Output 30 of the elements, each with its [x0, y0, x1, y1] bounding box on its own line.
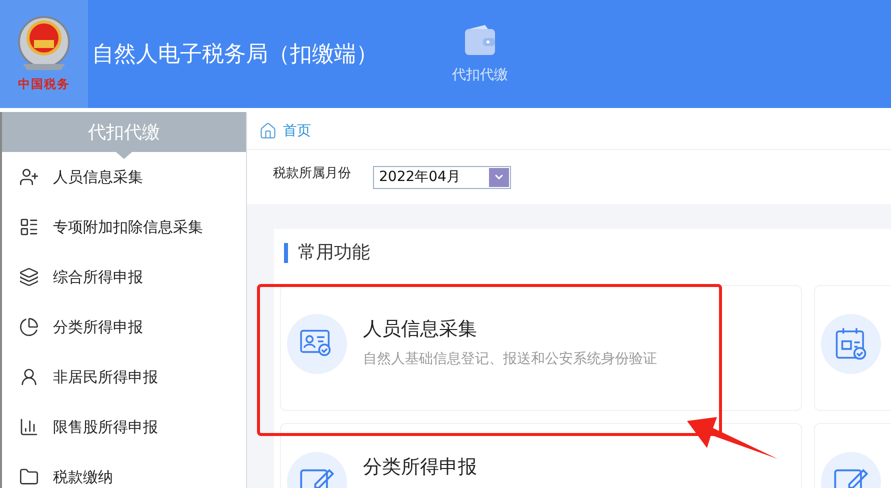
month-select[interactable]: 2022年04月 — [373, 166, 511, 188]
card-title: 人员信息采集 — [363, 317, 478, 342]
sidebar-item[interactable]: 分类所得申报 — [2, 302, 246, 352]
title-pointer — [116, 152, 132, 159]
list-icon — [19, 217, 39, 237]
home-link[interactable]: 首页 — [259, 122, 311, 140]
logo-text: 中国税务 — [18, 76, 70, 92]
month-label: 税款所属月份 — [273, 165, 351, 182]
sidebar-item[interactable]: 综合所得申报 — [2, 252, 246, 302]
section-title: 常用功能 — [284, 243, 370, 263]
bars-icon — [19, 417, 39, 437]
folder-icon — [19, 467, 39, 487]
sidebar-title: 代扣代缴 — [2, 112, 246, 152]
sidebar-item[interactable]: 非居民所得申报 — [2, 352, 246, 402]
layers-icon — [19, 267, 39, 287]
card-title: 分类所得申报 — [363, 455, 477, 480]
calendar-form-icon — [834, 327, 868, 361]
card-description: 自然人基础信息登记、报送和公安系统身份验证 — [363, 350, 657, 368]
function-card[interactable]: 分类所得申报 — [280, 423, 802, 488]
home-icon — [259, 122, 277, 140]
function-card[interactable]: 人员信息采集 自然人基础信息登记、报送和公安系统身份验证 — [280, 285, 802, 411]
pie-icon — [19, 317, 39, 337]
user-lines-icon — [19, 367, 39, 387]
sidebar-item[interactable]: 人员信息采集 — [2, 152, 246, 202]
user-plus-icon — [19, 167, 39, 187]
wallet-icon — [463, 24, 497, 56]
sidebar-item[interactable]: 专项附加扣除信息采集 — [2, 202, 246, 252]
app-title: 自然人电子税务局（扣缴端） — [92, 41, 379, 69]
sidebar-item[interactable]: 税款缴纳 — [2, 452, 246, 488]
sidebar-item[interactable]: 限售股所得申报 — [2, 402, 246, 452]
